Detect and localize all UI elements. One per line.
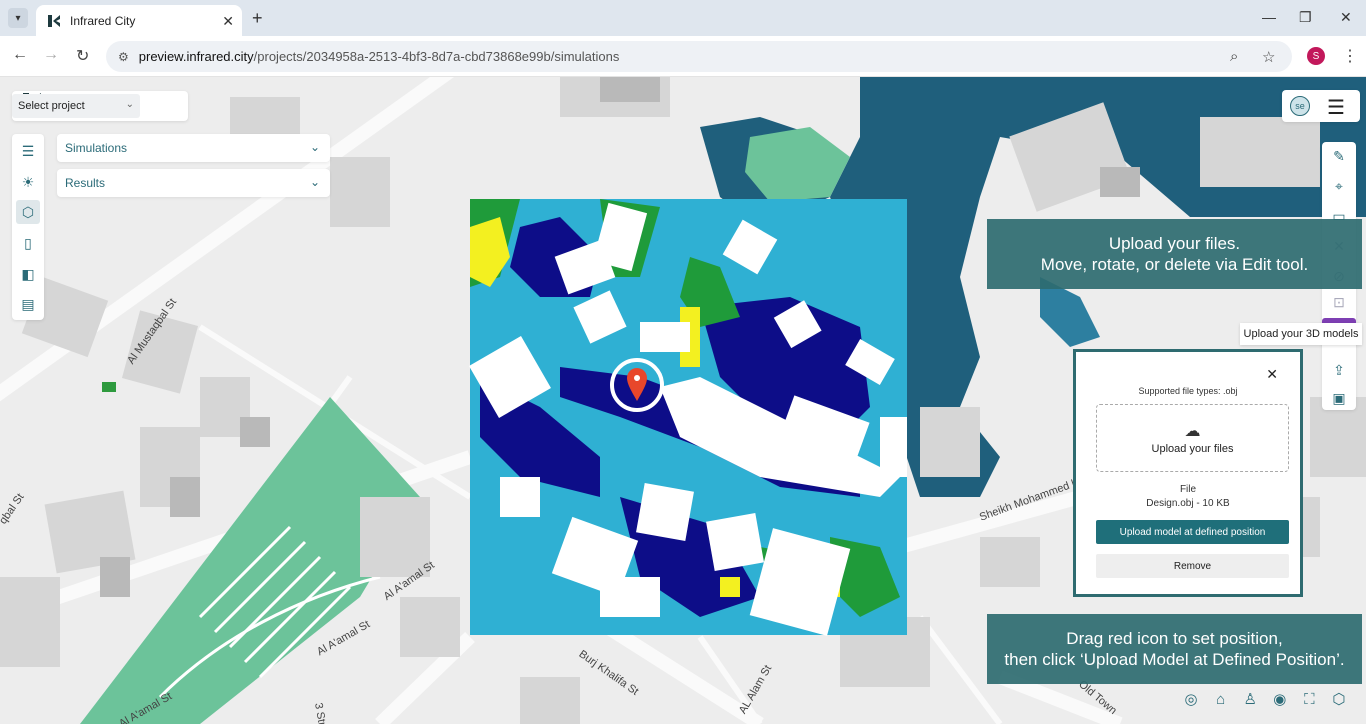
map-canvas[interactable]: Al Mustaqbal St qbal St Al A'amal St Al …: [0, 77, 1366, 724]
focus-frame-icon[interactable]: ⛶: [1299, 691, 1319, 708]
save-icon[interactable]: ▣: [1329, 388, 1349, 408]
callout-line: Move, rotate, or delete via Edit tool.: [1040, 255, 1309, 274]
instruction-callout-bottom: Drag red icon to set position, then clic…: [987, 614, 1362, 684]
chevron-down-icon: ⌄: [125, 99, 134, 110]
3d-view-icon[interactable]: ⬡: [1329, 690, 1349, 708]
left-toolbar: ☰ ☀ ⬡ ▯ ◧ ▤: [12, 134, 44, 320]
url-field[interactable]: ⚙ preview.infrared.city/projects/2034958…: [106, 41, 1292, 72]
chevron-down-icon: ⌄: [309, 175, 320, 189]
close-icon[interactable]: ✕: [1266, 366, 1278, 383]
results-label: Results: [65, 176, 106, 190]
address-bar: ← → ↻ ⚙ preview.infrared.city/projects/2…: [0, 36, 1366, 77]
restore-icon[interactable]: ❐: [1299, 9, 1312, 26]
select-project-dropdown[interactable]: Select project ⌄: [12, 94, 140, 118]
compass-icon[interactable]: ◎: [1181, 690, 1201, 708]
sun-icon[interactable]: ☀: [19, 173, 37, 191]
file-name: Design.obj - 10 KB: [1146, 498, 1230, 509]
results-accordion[interactable]: Results ⌄: [57, 169, 330, 197]
upload-tooltip: Upload your 3D models: [1240, 323, 1362, 345]
chevron-down-icon: ⌄: [309, 140, 320, 154]
split-view-icon[interactable]: ◧: [19, 265, 37, 283]
home-icon[interactable]: ⌂: [1211, 691, 1231, 708]
pencil-icon[interactable]: ✎: [1329, 146, 1349, 166]
callout-line: Drag red icon to set position,: [1066, 629, 1283, 648]
simulations-accordion[interactable]: Simulations ⌄: [57, 134, 330, 162]
browser-menu-icon[interactable]: ⋮: [1342, 46, 1358, 66]
sliders-icon[interactable]: ☰: [19, 142, 37, 160]
eye-icon[interactable]: ◉: [1270, 690, 1290, 708]
simulations-label: Simulations: [65, 141, 128, 155]
dropzone-label: Upload your files: [1151, 443, 1234, 455]
bookmark-star-icon[interactable]: ☆: [1262, 48, 1275, 66]
cube-icon[interactable]: ⬡: [16, 200, 40, 224]
view-toolbar: ◎ ⌂ ♙ ◉ ⛶ ⬡: [1175, 685, 1355, 713]
back-icon[interactable]: ←: [12, 46, 28, 64]
window-close-icon[interactable]: ✕: [1340, 9, 1352, 26]
upload-icon[interactable]: ⇪: [1329, 360, 1349, 380]
pedestrian-view-icon[interactable]: ♙: [1240, 690, 1260, 708]
cloud-upload-icon: ☁: [1184, 423, 1201, 440]
select-project-label: Select project: [18, 100, 85, 112]
tab-title: Infrared City: [70, 13, 136, 28]
simulation-heatmap: [469, 199, 907, 636]
reload-icon[interactable]: ↻: [76, 46, 89, 66]
file-heading: File: [1179, 484, 1197, 495]
zoom-icon[interactable]: ⌕: [1230, 48, 1238, 65]
browser-tab-bar: ▾ Infrared City ✕ + — ❐ ✕: [0, 0, 1366, 36]
upload-at-position-button[interactable]: Upload model at defined position: [1096, 520, 1289, 544]
browser-tab[interactable]: Infrared City ✕: [36, 5, 242, 36]
site-info-icon[interactable]: ⚙: [118, 50, 129, 64]
instruction-callout-top: Upload your files. Move, rotate, or dele…: [987, 219, 1362, 289]
profile-avatar[interactable]: S: [1307, 47, 1325, 65]
forward-icon[interactable]: →: [43, 46, 59, 64]
report-icon[interactable]: ▤: [19, 295, 37, 313]
project-header: Select project ⌄: [12, 91, 188, 121]
user-avatar[interactable]: se: [1290, 96, 1310, 116]
tab-close-icon[interactable]: ✕: [222, 13, 234, 30]
upload-panel: ✕ Supported file types: .obj ☁ Upload yo…: [1073, 349, 1303, 597]
minimize-icon[interactable]: —: [1262, 9, 1276, 25]
infrared-favicon-icon: [48, 14, 60, 27]
hamburger-menu-icon[interactable]: ☰: [1327, 95, 1345, 120]
disabled-tool-icon[interactable]: ⊡: [1329, 292, 1349, 312]
new-tab-icon[interactable]: +: [252, 8, 263, 29]
remove-button[interactable]: Remove: [1096, 554, 1289, 578]
compare-icon[interactable]: ▯: [19, 234, 37, 252]
user-menu: se ☰: [1282, 90, 1360, 122]
url-text: preview.infrared.city/projects/2034958a-…: [138, 49, 620, 64]
tab-search-dropdown-icon[interactable]: ▾: [8, 8, 28, 28]
upload-dropzone[interactable]: ☁ Upload your files: [1096, 404, 1289, 472]
callout-line: Upload your files.: [1108, 234, 1241, 253]
supported-types: Supported file types: .obj: [1138, 386, 1238, 396]
callout-line: then click ‘Upload Model at Defined Posi…: [1004, 650, 1345, 669]
location-pin-icon[interactable]: ⌖: [1329, 176, 1349, 196]
